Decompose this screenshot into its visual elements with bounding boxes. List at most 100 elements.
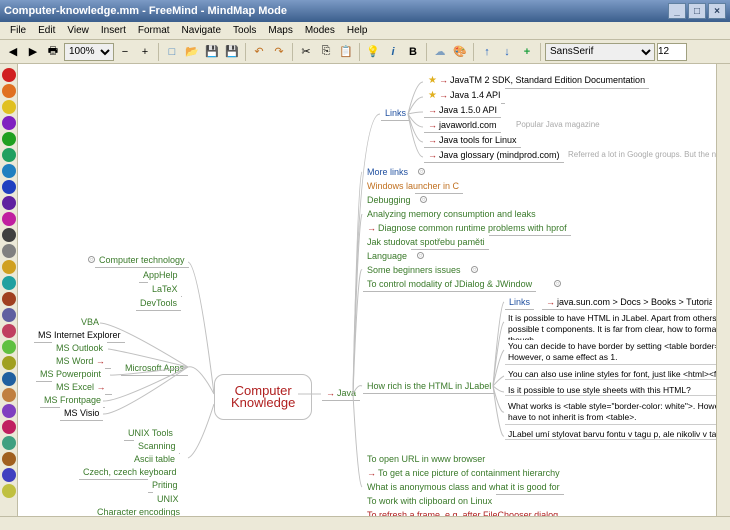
idea-icon[interactable]: 💡 xyxy=(364,43,382,61)
node-charenc[interactable]: Character encodings xyxy=(93,505,184,516)
palette-icon-2[interactable] xyxy=(2,100,16,114)
node-link-6[interactable]: →Java glossary (mindprod.com) xyxy=(424,148,564,163)
node-analyzing[interactable]: Analyzing memory consumption and leaks xyxy=(363,207,540,222)
node-sublinks[interactable]: Links xyxy=(505,295,534,310)
node-containment[interactable]: →To get a nice picture of containment hi… xyxy=(363,466,564,481)
palette-icon-21[interactable] xyxy=(2,404,16,418)
node-html6[interactable]: JLabel umí stylovat barvu fontu v tagu p… xyxy=(505,428,716,440)
menu-modes[interactable]: Modes xyxy=(299,25,341,36)
palette-icon-17[interactable] xyxy=(2,340,16,354)
expand-icon[interactable]: ○ xyxy=(420,196,427,203)
node-diagnose[interactable]: →Diagnose common runtime problems with h… xyxy=(363,221,571,236)
redo-button[interactable]: ↷ xyxy=(270,43,288,61)
copy-button[interactable]: ⎘ xyxy=(317,43,335,61)
save-button[interactable]: 💾 xyxy=(203,43,221,61)
node-jakstud[interactable]: Jak studovat spotřebu paměti xyxy=(363,235,489,250)
menu-navigate[interactable]: Navigate xyxy=(176,25,227,36)
menu-edit[interactable]: Edit xyxy=(32,25,61,36)
menu-view[interactable]: View xyxy=(61,25,95,36)
add-icon[interactable]: + xyxy=(518,43,536,61)
undo-button[interactable]: ↶ xyxy=(250,43,268,61)
expand-icon[interactable]: ○ xyxy=(554,280,561,287)
node-howrich[interactable]: How rich is the HTML in JLabel xyxy=(363,379,495,394)
palette-icon-16[interactable] xyxy=(2,324,16,338)
zoom-out-button[interactable]: − xyxy=(116,43,134,61)
color-button[interactable]: 🎨 xyxy=(451,43,469,61)
expand-icon[interactable]: ○ xyxy=(418,168,425,175)
horizontal-scrollbar[interactable] xyxy=(0,516,730,530)
palette-icon-19[interactable] xyxy=(2,372,16,386)
node-refresh[interactable]: To refresh a frame, e.g. after FileChoos… xyxy=(363,508,562,516)
new-button[interactable]: □ xyxy=(163,43,181,61)
palette-icon-1[interactable] xyxy=(2,84,16,98)
node-morelinks[interactable]: More links xyxy=(363,165,412,180)
arrow-down-icon[interactable]: ↓ xyxy=(498,43,516,61)
node-msapps[interactable]: Microsoft Apps xyxy=(121,361,188,376)
palette-icon-20[interactable] xyxy=(2,388,16,402)
italic-button[interactable]: i xyxy=(384,43,402,61)
mindmap-canvas[interactable]: ComputerKnowledge Computer technology○ A… xyxy=(18,64,716,516)
palette-icon-5[interactable] xyxy=(2,148,16,162)
palette-icon-8[interactable] xyxy=(2,196,16,210)
cut-button[interactable]: ✂ xyxy=(297,43,315,61)
palette-icon-23[interactable] xyxy=(2,436,16,450)
paste-button[interactable]: 📋 xyxy=(337,43,355,61)
palette-icon-13[interactable] xyxy=(2,276,16,290)
node-winlauncher[interactable]: Windows launcher in C xyxy=(363,179,463,194)
menu-help[interactable]: Help xyxy=(341,25,374,36)
palette-icon-4[interactable] xyxy=(2,132,16,146)
node-anon[interactable]: What is anonymous class and what it is g… xyxy=(363,480,564,495)
node-link-3[interactable]: →Java 1.5.0 API xyxy=(424,103,501,118)
zoom-select[interactable]: 100% xyxy=(64,43,114,61)
node-html4[interactable]: Is it possible to use style sheets with … xyxy=(505,384,716,396)
menu-tools[interactable]: Tools xyxy=(227,25,262,36)
node-apphelp[interactable]: AppHelp xyxy=(139,268,182,283)
palette-icon-22[interactable] xyxy=(2,420,16,434)
font-select[interactable]: SansSerif xyxy=(545,43,655,61)
palette-icon-10[interactable] xyxy=(2,228,16,242)
node-modality[interactable]: To control modality of JDialog & JWindow xyxy=(363,277,536,292)
palette-icon-18[interactable] xyxy=(2,356,16,370)
node-language[interactable]: Language xyxy=(363,249,411,264)
node-beginners[interactable]: Some beginners issues xyxy=(363,263,465,278)
palette-icon-15[interactable] xyxy=(2,308,16,322)
close-button[interactable]: × xyxy=(708,3,726,19)
palette-icon-25[interactable] xyxy=(2,468,16,482)
palette-icon-11[interactable] xyxy=(2,244,16,258)
expand-icon[interactable]: ○ xyxy=(88,256,95,263)
palette-icon-14[interactable] xyxy=(2,292,16,306)
node-html2[interactable]: You can decide to have border by setting… xyxy=(505,340,716,365)
node-devtools[interactable]: DevTools xyxy=(136,296,181,311)
node-comptech[interactable]: Computer technology xyxy=(95,253,189,268)
prev-button[interactable]: ◀ xyxy=(4,43,22,61)
menu-insert[interactable]: Insert xyxy=(95,25,132,36)
menu-file[interactable]: File xyxy=(4,25,32,36)
bold-button[interactable]: B xyxy=(404,43,422,61)
minimize-button[interactable]: _ xyxy=(668,3,686,19)
palette-icon-3[interactable] xyxy=(2,116,16,130)
root-node[interactable]: ComputerKnowledge xyxy=(214,374,312,420)
next-button[interactable]: ▶ xyxy=(24,43,42,61)
fontsize-input[interactable] xyxy=(657,43,687,61)
saveas-button[interactable]: 💾 xyxy=(223,43,241,61)
palette-icon-12[interactable] xyxy=(2,260,16,274)
node-link-2[interactable]: ★→Java 1.4 API xyxy=(424,88,505,104)
node-latex[interactable]: LaTeX xyxy=(148,282,182,297)
node-openurl[interactable]: To open URL in www browser xyxy=(363,452,489,467)
menu-format[interactable]: Format xyxy=(132,25,176,36)
palette-icon-26[interactable] xyxy=(2,484,16,498)
node-printing[interactable]: Priting xyxy=(148,478,182,493)
node-msvisio[interactable]: MS Visio xyxy=(60,406,103,421)
node-link-4[interactable]: →javaworld.com xyxy=(424,118,501,133)
palette-icon-7[interactable] xyxy=(2,180,16,194)
cloud-button[interactable]: ☁ xyxy=(431,43,449,61)
node-sublinks-url[interactable]: →java.sun.com > Docs > Books > Tutorial … xyxy=(542,295,712,310)
vertical-scrollbar[interactable] xyxy=(716,64,730,516)
open-button[interactable]: 📂 xyxy=(183,43,201,61)
menu-maps[interactable]: Maps xyxy=(262,25,298,36)
maximize-button[interactable]: □ xyxy=(688,3,706,19)
palette-icon-0[interactable] xyxy=(2,68,16,82)
node-html5[interactable]: What works is <table style="border-color… xyxy=(505,400,716,425)
node-java[interactable]: →Java xyxy=(322,386,360,401)
node-links[interactable]: Links xyxy=(381,106,410,121)
